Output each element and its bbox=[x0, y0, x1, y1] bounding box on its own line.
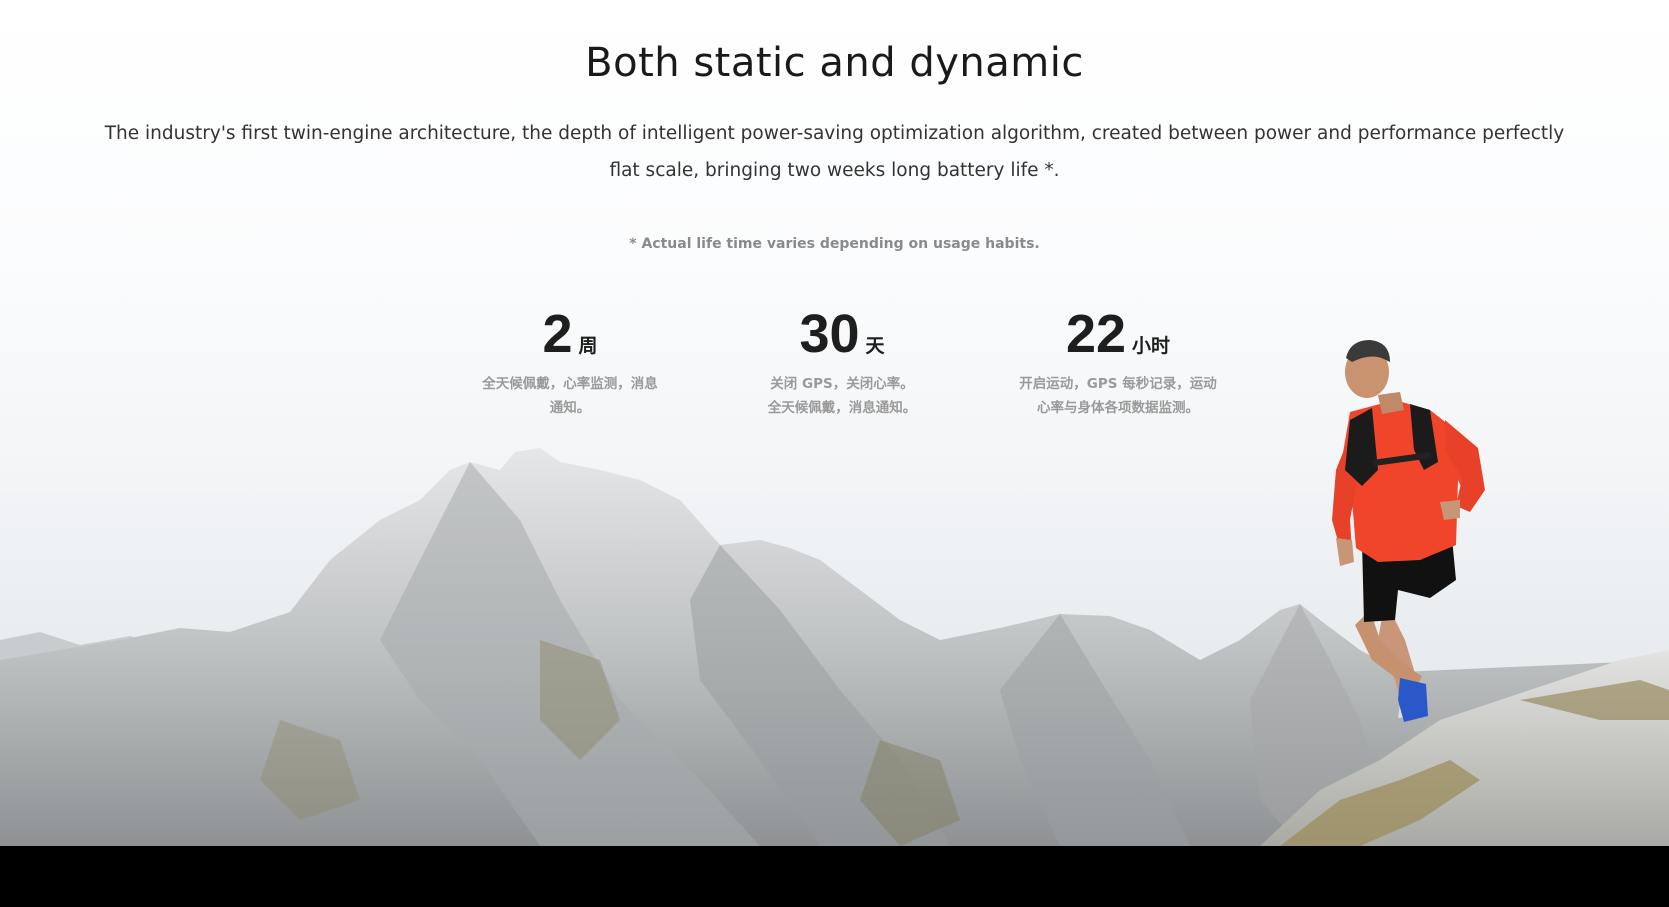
battery-footnote: * Actual life time varies depending on u… bbox=[629, 236, 1040, 252]
stat-twenty-two-hours: 22 小时 开启运动，GPS 每秒记录，运动 心率与身体各项数据监测。 bbox=[988, 302, 1248, 420]
runner-neck bbox=[1378, 392, 1404, 414]
stat-description: 开启运动，GPS 每秒记录，运动 心率与身体各项数据监测。 bbox=[988, 372, 1248, 420]
stat-value: 22 bbox=[1065, 304, 1127, 364]
stat-headline: 2周 bbox=[450, 302, 690, 366]
stat-value: 2 bbox=[542, 304, 573, 364]
stat-description-line: 全天候佩戴，心率监测，消息 bbox=[482, 376, 658, 392]
stat-two-weeks: 2周 全天候佩戴，心率监测，消息 通知。 bbox=[450, 302, 690, 420]
runner-front-shoe bbox=[1398, 678, 1428, 722]
stat-unit: 天 bbox=[865, 335, 885, 357]
stat-headline: 22 小时 bbox=[988, 302, 1248, 366]
stat-headline: 30 天 bbox=[722, 302, 962, 366]
page: Both static and dynamic The industry's f… bbox=[0, 0, 1669, 907]
hero-section: Both static and dynamic The industry's f… bbox=[0, 0, 1669, 846]
stat-description-line: 开启运动，GPS 每秒记录，运动 bbox=[1019, 376, 1217, 392]
stat-description: 全天候佩戴，心率监测，消息 通知。 bbox=[450, 372, 690, 420]
stat-description-line: 通知。 bbox=[549, 400, 591, 416]
stat-unit: 周 bbox=[578, 335, 598, 357]
section-title: Both static and dynamic bbox=[585, 40, 1084, 86]
stat-description-line: 全天候佩戴，消息通知。 bbox=[767, 400, 917, 416]
stat-description-line: 关闭 GPS，关闭心率。 bbox=[770, 376, 914, 392]
stat-value: 30 bbox=[799, 304, 860, 364]
stat-unit: 小时 bbox=[1132, 335, 1171, 357]
footer-bar bbox=[0, 846, 1669, 907]
stat-description-line: 心率与身体各项数据监测。 bbox=[1037, 400, 1199, 416]
section-description: The industry's first twin-engine archite… bbox=[104, 123, 1565, 181]
stat-thirty-days: 30 天 关闭 GPS，关闭心率。 全天候佩戴，消息通知。 bbox=[722, 302, 962, 420]
runner-left-hand bbox=[1336, 538, 1354, 566]
stat-description: 关闭 GPS，关闭心率。 全天候佩戴，消息通知。 bbox=[722, 372, 962, 420]
